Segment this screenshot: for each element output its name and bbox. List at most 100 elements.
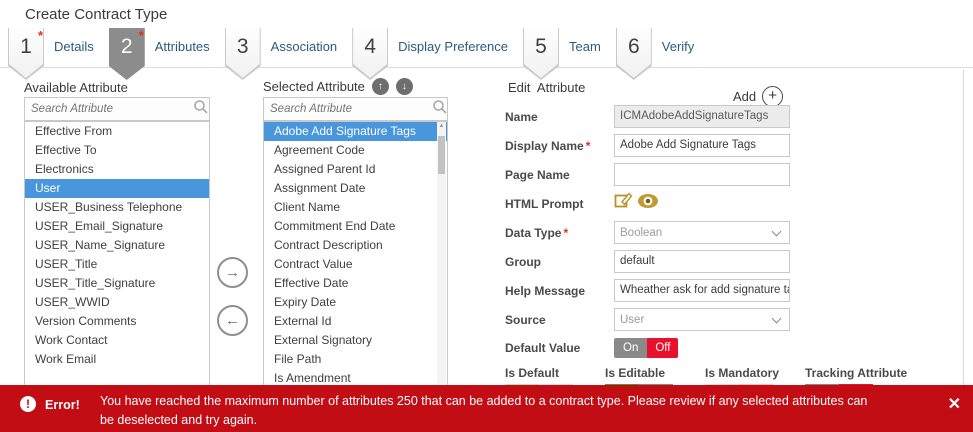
edit-html-prompt-icon[interactable]: [614, 192, 633, 215]
move-left-button[interactable]: ←: [217, 305, 248, 336]
available-attribute-list: Effective From Effective To Electronics …: [24, 121, 210, 387]
available-list-item[interactable]: USER_WWID: [25, 293, 209, 312]
help-message-row: Help Message Wheather ask for add signat…: [505, 279, 790, 302]
close-icon[interactable]: ✕: [948, 394, 961, 414]
available-list-item[interactable]: Effective From: [25, 122, 209, 141]
step-label: Display Preference: [398, 28, 508, 66]
data-type-select[interactable]: Boolean: [614, 221, 790, 244]
available-list-item[interactable]: Work Email: [25, 350, 209, 369]
available-list-item[interactable]: User: [25, 179, 209, 198]
page-name-label: Page Name: [505, 168, 614, 182]
name-field: ICMAdobeAddSignatureTags: [614, 105, 790, 128]
step-number: 3: [237, 28, 249, 78]
selected-list-item[interactable]: Commitment End Date: [264, 217, 447, 236]
move-up-button[interactable]: ↑: [372, 78, 389, 95]
selected-attribute-header: Selected Attribute ↑ ↓: [263, 78, 413, 95]
scrollbar-thumb[interactable]: [438, 136, 445, 174]
selected-list-item[interactable]: Assigned Parent Id: [264, 160, 447, 179]
step-label: Attributes: [155, 28, 210, 66]
error-label: Error!: [45, 398, 80, 412]
html-prompt-label: HTML Prompt: [505, 197, 614, 211]
default-value-toggle: On Off: [614, 338, 678, 358]
available-list-item[interactable]: Electronics: [25, 160, 209, 179]
error-message: You have reached the maximum number of a…: [100, 392, 880, 430]
flag-label: Tracking Attribute: [805, 366, 905, 380]
step-tab[interactable]: 2 * Attributes: [109, 28, 225, 80]
left-arrow-icon: ←: [225, 312, 240, 329]
move-down-button[interactable]: ↓: [396, 78, 413, 95]
available-list-item[interactable]: USER_Email_Signature: [25, 217, 209, 236]
page-name-field[interactable]: [614, 163, 790, 186]
display-name-row: Display Name* Adobe Add Signature Tags: [505, 134, 790, 157]
html-prompt-row: HTML Prompt: [505, 192, 790, 215]
available-list-item[interactable]: Version Comments: [25, 312, 209, 331]
selected-list-item[interactable]: External Id: [264, 312, 447, 331]
selected-attribute-title: Selected Attribute: [263, 79, 365, 94]
available-list-item[interactable]: Effective To: [25, 141, 209, 160]
source-select[interactable]: User: [614, 308, 790, 331]
selected-list-item[interactable]: Client Name: [264, 198, 447, 217]
selected-search-input[interactable]: [264, 103, 432, 115]
available-attribute-title: Available Attribute: [24, 80, 128, 95]
selected-list-scrollbar[interactable]: ▲: [437, 122, 446, 384]
selected-list-item[interactable]: Contract Value: [264, 255, 447, 274]
available-list-item[interactable]: USER_Business Telephone: [25, 198, 209, 217]
chevron-down-icon: [772, 226, 782, 236]
chevron-down-icon: [772, 313, 782, 323]
data-type-row: Data Type* Boolean: [505, 221, 790, 244]
toggle-on-button[interactable]: On: [614, 338, 647, 358]
selected-list-item[interactable]: Contract Description: [264, 236, 447, 255]
selected-list-item[interactable]: Assignment Date: [264, 179, 447, 198]
required-asterisk: *: [139, 28, 145, 43]
name-label: Name: [505, 110, 614, 124]
step-tabs-row: 1 * Details 2 * Attributes 3: [8, 28, 709, 80]
selected-list-item[interactable]: Effective Date: [264, 274, 447, 293]
error-icon: !: [20, 396, 36, 412]
source-value: User: [620, 314, 773, 326]
step-number: 1: [20, 28, 32, 78]
selected-list-item[interactable]: Adobe Add Signature Tags: [264, 122, 447, 141]
display-name-label: Display Name*: [505, 139, 614, 153]
scroll-up-icon[interactable]: ▲: [437, 123, 446, 129]
step-label: Details: [54, 28, 94, 66]
step-tab[interactable]: 6 * Verify: [616, 28, 710, 80]
selected-list-item[interactable]: File Path: [264, 350, 447, 369]
page-title: Create Contract Type: [25, 6, 167, 23]
toggle-off-button[interactable]: Off: [647, 338, 678, 358]
step-number: 5: [535, 28, 547, 78]
selected-list-item[interactable]: Agreement Code: [264, 141, 447, 160]
edit-attribute-title: Edit Attribute: [508, 80, 585, 95]
step-number-badge: 6: [616, 28, 652, 80]
step-tab[interactable]: 4 * Display Preference: [352, 28, 523, 80]
available-search-input[interactable]: [25, 103, 193, 115]
available-list-item[interactable]: Work Contact: [25, 331, 209, 350]
selected-list-item[interactable]: External Signatory: [264, 331, 447, 350]
available-list-item[interactable]: USER_Name_Signature: [25, 236, 209, 255]
step-number: 6: [628, 28, 640, 78]
step-tab[interactable]: 3 * Association: [225, 28, 352, 80]
add-attribute-button[interactable]: Add +: [733, 86, 783, 107]
error-banner: ! Error! You have reached the maximum nu…: [0, 385, 973, 432]
default-value-row: Default Value On Off: [505, 336, 790, 359]
source-row: Source User: [505, 308, 790, 331]
available-list-item[interactable]: USER_Title_Signature: [25, 274, 209, 293]
data-type-label: Data Type*: [505, 226, 614, 240]
selected-list-item[interactable]: Expiry Date: [264, 293, 447, 312]
display-name-field[interactable]: Adobe Add Signature Tags: [614, 134, 790, 157]
group-field[interactable]: default: [614, 250, 790, 273]
step-tab[interactable]: 5 * Team: [523, 28, 616, 80]
selected-attribute-list: Adobe Add Signature Tags Agreement Code …: [263, 121, 448, 387]
group-row: Group default: [505, 250, 790, 273]
available-list-item[interactable]: USER_Title: [25, 255, 209, 274]
required-asterisk: *: [563, 226, 568, 240]
selected-search-box: [263, 97, 448, 121]
help-message-label: Help Message: [505, 284, 614, 298]
flag-label: Is Default: [505, 366, 605, 380]
add-label: Add: [733, 89, 756, 104]
preview-eye-icon[interactable]: [637, 193, 659, 214]
help-message-field[interactable]: Wheather ask for add signature tags in: [614, 279, 790, 302]
move-right-button[interactable]: →: [217, 257, 248, 288]
step-tab[interactable]: 1 * Details: [8, 28, 109, 80]
step-label: Verify: [662, 28, 695, 66]
panel-right-border: [963, 70, 964, 385]
